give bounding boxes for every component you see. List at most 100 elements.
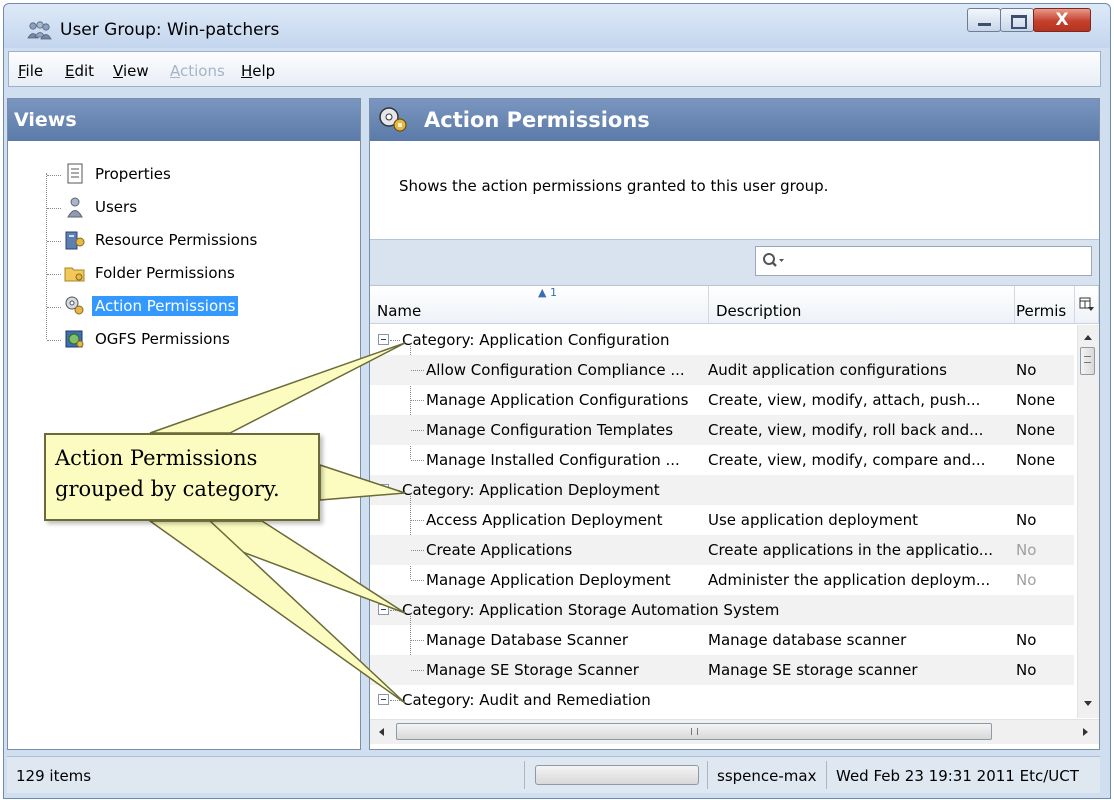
scroll-right-icon[interactable] <box>1082 727 1090 737</box>
scroll-up-icon[interactable] <box>1083 333 1093 341</box>
category-label: Category: Application Configuration <box>402 331 670 349</box>
close-button[interactable]: X <box>1033 8 1091 32</box>
collapse-icon[interactable] <box>378 604 389 615</box>
menu-edit[interactable]: Edit <box>65 62 94 80</box>
tree-branch <box>411 370 424 371</box>
scroll-down-icon[interactable] <box>1083 700 1093 708</box>
permission-name: Manage Database Scanner <box>426 631 629 649</box>
permission-description: Create, view, modify, attach, push... <box>708 391 981 409</box>
tree-connector <box>46 173 47 339</box>
category-label: Category: Application Deployment <box>402 481 660 499</box>
permission-value: None <box>1016 391 1056 409</box>
tree-branch <box>411 430 424 431</box>
user-icon <box>67 197 83 218</box>
permission-value: No <box>1016 511 1037 529</box>
panel-title: Action Permissions <box>424 108 650 132</box>
column-header-label: Permis <box>1016 302 1067 320</box>
permission-value: None <box>1016 421 1056 439</box>
action-key-icon <box>379 107 407 132</box>
tree-branch <box>47 274 61 275</box>
permission-name: Manage Application Configurations <box>426 391 689 409</box>
category-row[interactable]: Category: Audit and Remediation <box>370 685 1074 715</box>
status-bar: 129 items sspence-max Wed Feb 23 19:31 2… <box>7 756 1100 793</box>
permission-description: Use application deployment <box>708 511 919 529</box>
tree-branch <box>411 460 424 461</box>
permission-name: Manage Application Deployment <box>426 571 671 589</box>
menu-bar: File Edit View Actions Help <box>8 51 1101 87</box>
tree-branch <box>390 340 400 341</box>
table-row[interactable]: Manage Configuration Templates Create, v… <box>370 415 1074 445</box>
scroll-left-icon[interactable] <box>377 727 385 737</box>
collapse-icon[interactable] <box>378 694 389 705</box>
permission-name: Allow Configuration Compliance ... <box>426 361 685 379</box>
maximize-icon <box>1011 15 1027 29</box>
table-row[interactable]: Manage SE Storage Scanner Manage SE stor… <box>370 655 1074 685</box>
search-input[interactable] <box>755 246 1092 276</box>
permission-value: No <box>1016 631 1037 649</box>
permission-name: Manage Installed Configuration ... <box>426 451 680 469</box>
callout-line: grouped by category. <box>55 477 280 501</box>
views-panel: Views Properties Users Resource Permissi… <box>7 98 361 750</box>
permission-description: Audit application configurations <box>708 361 947 379</box>
views-item-label: Users <box>95 198 138 216</box>
tree-branch <box>47 208 61 209</box>
status-user: sspence-max <box>717 767 817 785</box>
action-permissions-header: Action Permissions <box>370 99 1099 141</box>
table-row[interactable]: Manage Database Scanner Manage database … <box>370 625 1074 655</box>
category-label: Category: Audit and Remediation <box>402 691 651 709</box>
title-bar[interactable]: User Group: Win-patchers X <box>4 4 1110 48</box>
search-icon[interactable] <box>760 251 786 271</box>
category-row[interactable]: Category: Application Configuration <box>370 325 1074 355</box>
tree-branch <box>411 520 424 521</box>
globe-key-icon <box>65 330 84 348</box>
views-header: Views <box>8 99 360 141</box>
status-divider <box>524 761 525 789</box>
window-title: User Group: Win-patchers <box>60 20 280 40</box>
server-key-icon <box>65 231 85 250</box>
table-row[interactable]: Allow Configuration Compliance ... Audit… <box>370 355 1074 385</box>
column-header-description[interactable]: Description <box>709 286 1015 324</box>
collapse-icon[interactable] <box>378 334 389 345</box>
table-row[interactable]: Manage Installed Configuration ... Creat… <box>370 445 1074 475</box>
menu-help[interactable]: Help <box>241 62 275 80</box>
close-icon: X <box>1055 10 1069 30</box>
minimize-button[interactable] <box>967 8 1001 32</box>
category-row[interactable]: Category: Application Storage Automation… <box>370 595 1074 625</box>
permission-value: No <box>1016 541 1037 559</box>
tree-branch <box>411 400 424 401</box>
item-count: 129 items <box>16 767 92 785</box>
menu-actions[interactable]: Actions <box>170 62 225 80</box>
tree-branch <box>411 670 424 671</box>
column-chooser-icon <box>1079 297 1094 311</box>
tree-branch <box>411 580 424 581</box>
collapse-icon[interactable] <box>378 484 389 495</box>
horizontal-scroll-thumb[interactable] <box>396 723 992 740</box>
tree-branch <box>390 490 400 491</box>
maximize-button[interactable] <box>1000 8 1034 32</box>
permission-value: No <box>1016 361 1037 379</box>
column-header-name[interactable]: ▲ 1 Name <box>370 286 709 324</box>
status-timestamp: Wed Feb 23 19:31 2011 Etc/UCT <box>836 767 1079 785</box>
vertical-scrollbar[interactable] <box>1077 325 1099 718</box>
horizontal-scrollbar[interactable] <box>370 719 1099 744</box>
menu-view[interactable]: View <box>113 62 149 80</box>
table-row[interactable]: Manage Application Configurations Create… <box>370 385 1074 415</box>
permissions-table: Category: Application Configuration Allo… <box>370 325 1074 718</box>
table-row[interactable]: Create Applications Create applications … <box>370 535 1074 565</box>
category-label: Category: Application Storage Automation… <box>402 601 780 619</box>
tree-branch <box>47 175 61 176</box>
panel-description: Shows the action permissions granted to … <box>399 177 829 195</box>
user-group-icon <box>27 21 52 40</box>
column-chooser-button[interactable] <box>1075 286 1099 324</box>
table-row[interactable]: Manage Application Deployment Administer… <box>370 565 1074 595</box>
grip-icon <box>691 728 698 735</box>
table-row[interactable]: Access Application Deployment Use applic… <box>370 505 1074 535</box>
menu-file[interactable]: File <box>18 62 43 80</box>
permission-description: Manage database scanner <box>708 631 907 649</box>
column-header-permission[interactable]: Permis <box>1015 286 1075 324</box>
views-item-label: Action Permissions <box>92 296 239 316</box>
sort-ascending-icon: ▲ 1 <box>538 286 557 299</box>
permission-description: Administer the application deploym... <box>708 571 991 589</box>
vertical-scroll-thumb[interactable] <box>1080 347 1095 375</box>
category-row[interactable]: Category: Application Deployment <box>370 475 1074 505</box>
